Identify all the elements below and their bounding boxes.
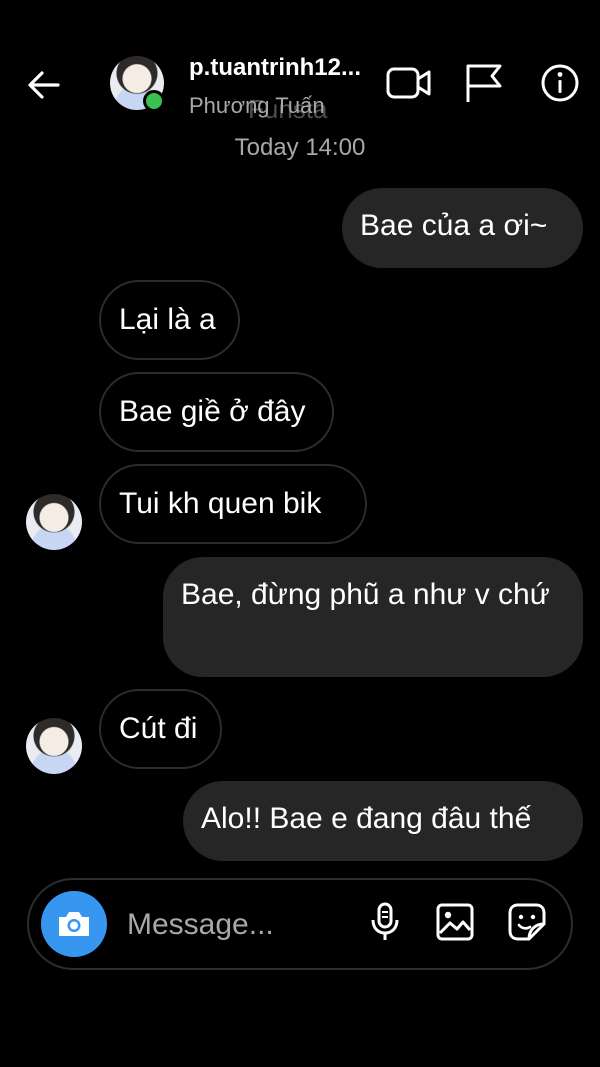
chat-fullname: Phương Tuấn [189,93,325,118]
gallery-icon [436,903,474,941]
back-button[interactable] [24,64,64,106]
online-status-dot [143,90,165,112]
back-arrow-icon [28,71,60,99]
report-flag-button[interactable] [461,60,507,106]
video-call-icon [386,67,431,99]
chat-header: p.tuantrinh12... Funsta Phương Tuấn [0,0,600,130]
message-timestamp: Today 14:00 [234,134,366,161]
camera-icon [59,912,89,936]
sent-message-bubble[interactable]: Bae của a ơi~ [342,188,583,268]
voice-message-button[interactable] [363,900,407,944]
message-input[interactable] [125,904,349,946]
sent-message-bubble[interactable]: Bae, đừng phũ a như v chứ [163,557,583,677]
sticker-icon [508,903,546,941]
camera-button[interactable] [41,891,107,957]
received-message-bubble[interactable]: Tui kh quen bik [99,464,367,544]
video-call-button[interactable] [386,60,432,106]
message-composer [27,878,573,970]
sender-avatar[interactable] [26,494,82,550]
received-message-bubble[interactable]: Lại là a [99,280,240,360]
info-button[interactable] [537,60,583,106]
sent-message-bubble[interactable]: Alo!! Bae e đang đâu thế [183,781,583,861]
received-message-bubble[interactable]: Cút đi [99,689,222,769]
received-message-bubble[interactable]: Bae giề ở đây [99,372,334,452]
chat-username[interactable]: p.tuantrinh12... [189,54,389,82]
sticker-button[interactable] [505,900,549,944]
gallery-button[interactable] [433,900,477,944]
sender-avatar[interactable] [26,718,82,774]
info-icon [541,64,579,102]
flag-icon [466,64,502,102]
microphone-icon [371,902,399,940]
